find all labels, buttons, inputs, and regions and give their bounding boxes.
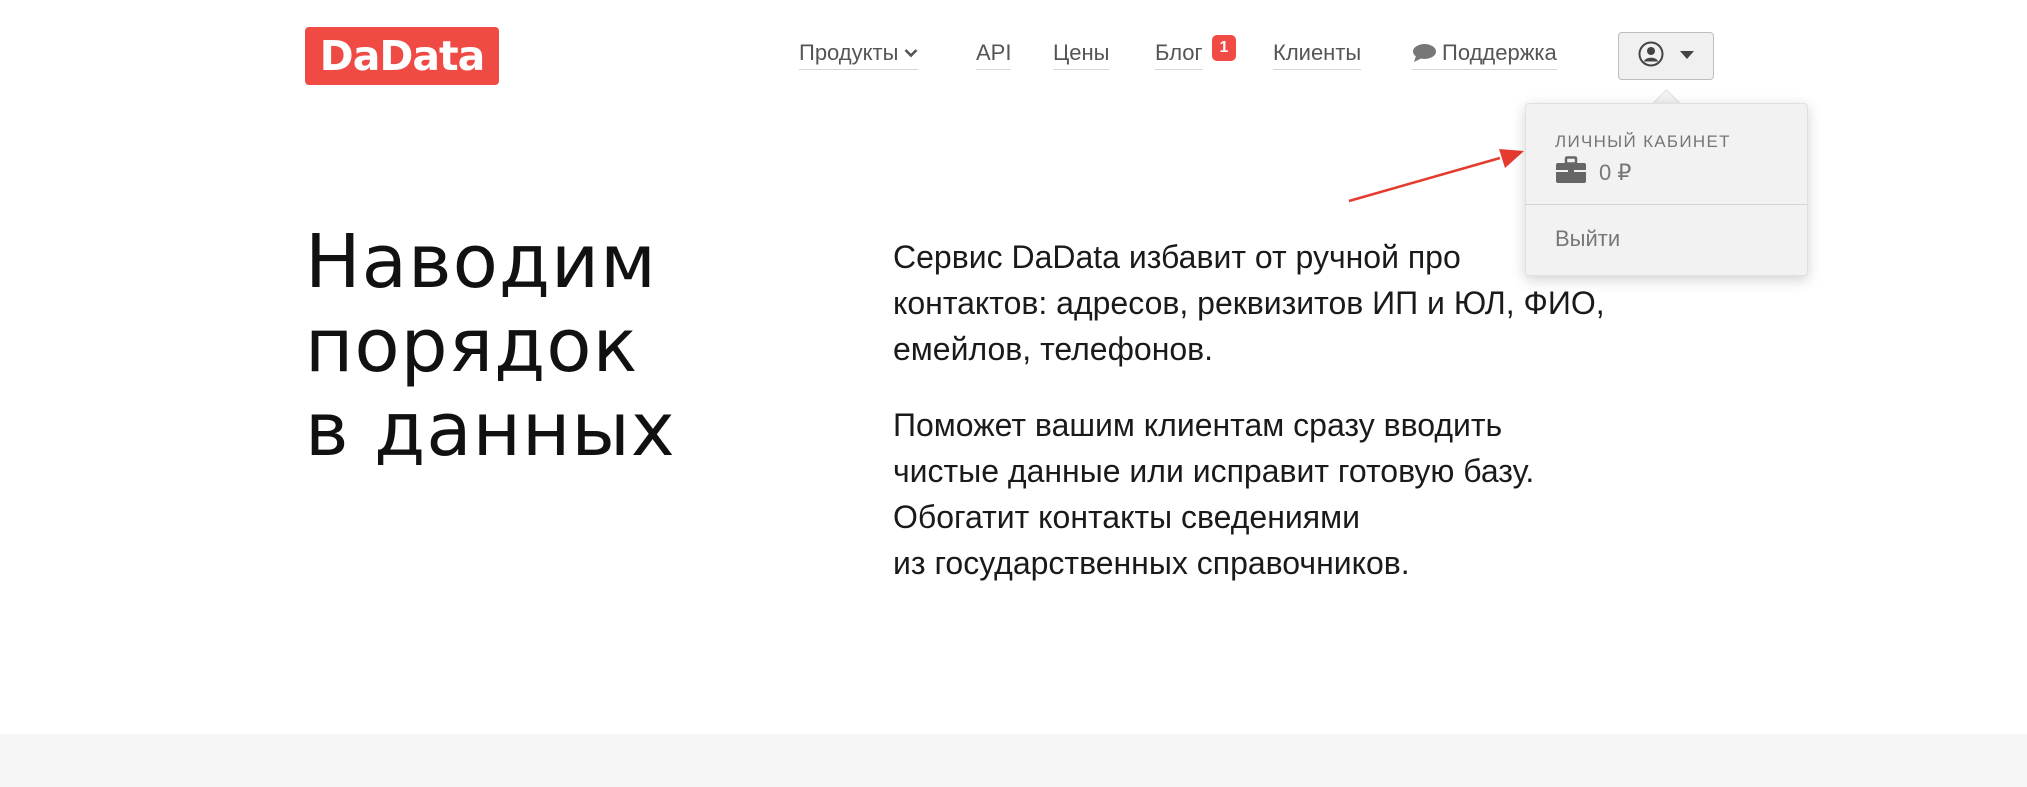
nav-item-clients[interactable]: Клиенты xyxy=(1273,40,1362,70)
account-menu-button[interactable] xyxy=(1618,32,1714,80)
dropdown-divider xyxy=(1526,204,1807,205)
caret-down-icon xyxy=(1680,47,1694,65)
nav-item-label: Цены xyxy=(1053,40,1110,65)
briefcase-icon xyxy=(1555,156,1587,190)
hero-text-line: емейлов, телефонов. xyxy=(893,331,1214,367)
nav-item-label: API xyxy=(976,40,1012,65)
chat-bubble-icon xyxy=(1412,43,1437,63)
balance-value: 0 ₽ xyxy=(1599,160,1632,185)
nav-item-products[interactable]: Продукты xyxy=(799,40,919,70)
nav-item-label: Блог xyxy=(1155,40,1203,65)
hero-text-line: контактов: адресов, реквизитов ИП и ЮЛ, … xyxy=(893,285,1605,321)
nav-item-support[interactable]: Поддержка xyxy=(1412,40,1557,70)
account-balance[interactable]: 0 ₽ xyxy=(1555,156,1631,190)
footer-band xyxy=(0,734,2027,787)
dadata-logo[interactable]: DaData xyxy=(305,27,499,85)
logout-link[interactable]: Выйти xyxy=(1555,226,1620,252)
hero-title-line: порядок xyxy=(305,303,639,389)
hero-text-line: из государственных справочников. xyxy=(893,545,1410,581)
nav-item-blog[interactable]: Блог xyxy=(1155,40,1203,70)
chevron-down-icon xyxy=(904,48,918,58)
nav-item-label: Клиенты xyxy=(1273,40,1362,65)
account-dropdown-heading: ЛИЧНЫЙ КАБИНЕТ xyxy=(1555,132,1731,151)
nav-item-api[interactable]: API xyxy=(976,40,1012,70)
nav-item-prices[interactable]: Цены xyxy=(1053,40,1110,70)
hero-text-line: Обогатит контакты сведениями xyxy=(893,499,1360,535)
hero-text-line: Поможет вашим клиентам сразу вводить xyxy=(893,407,1503,443)
hero-text-line: чистые данные или исправит готовую базу. xyxy=(893,453,1535,489)
hero-title-line: Наводим xyxy=(305,219,657,305)
blog-notification-badge: 1 xyxy=(1212,35,1236,61)
hero-description-2: Поможет вашим клиентам сразу вводить чис… xyxy=(893,402,1753,586)
page: DaData Продукты API Цены Блог Клиенты По… xyxy=(0,0,2027,787)
nav-item-label: Продукты xyxy=(799,40,899,65)
account-dropdown: ЛИЧНЫЙ КАБИНЕТ 0 ₽ Выйти xyxy=(1525,103,1808,276)
hero-title-line: в данных xyxy=(305,387,676,473)
nav-item-label: Поддержка xyxy=(1442,40,1557,65)
hero-title: Наводим порядок в данных xyxy=(305,220,785,472)
user-circle-icon xyxy=(1638,41,1664,72)
